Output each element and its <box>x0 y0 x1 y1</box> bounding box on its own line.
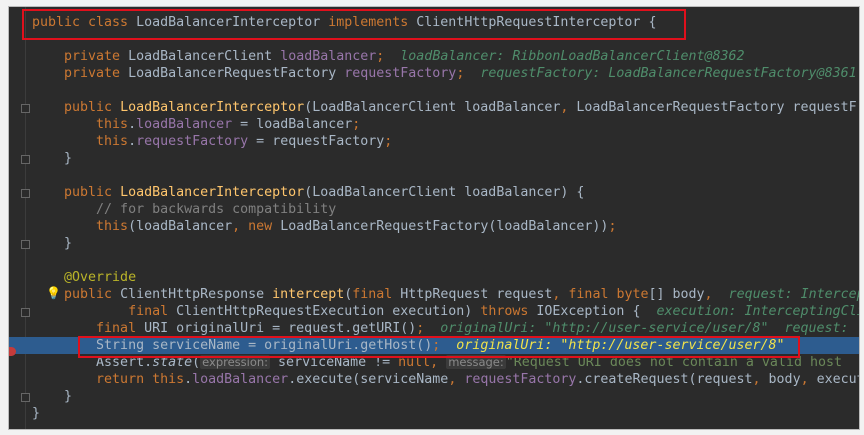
code-token: .createRequest(request <box>576 372 753 387</box>
code-editor[interactable]: public class LoadBalancerInterceptor imp… <box>8 6 860 430</box>
code-token: public <box>32 100 121 115</box>
code-token: LoadBalancerClient <box>128 49 281 64</box>
code-token: , <box>560 100 577 115</box>
code-token: final <box>32 321 145 336</box>
code-token: (LoadBalancerClient loadBalancer) { <box>304 185 585 200</box>
code-token: private <box>32 49 129 64</box>
code-token: requestFactory <box>344 66 457 81</box>
code-token: requestFactory <box>136 134 249 149</box>
debug-value-hint: originalUri: "http://user-service/user/8… <box>424 321 857 336</box>
code-token: final <box>352 287 401 302</box>
code-token: LoadBalancerInterceptor <box>120 100 305 115</box>
code-line[interactable]: private LoadBalancerRequestFactory reque… <box>9 65 859 82</box>
code-token: return this <box>32 372 185 387</box>
code-token: this <box>32 219 129 234</box>
code-line[interactable] <box>9 82 859 99</box>
code-token: throws <box>480 304 537 319</box>
fold-icon[interactable] <box>21 189 30 198</box>
code-line[interactable] <box>9 252 859 269</box>
code-token: @Override <box>32 270 137 285</box>
code-token: loadBalancer <box>192 372 289 387</box>
code-line[interactable]: // for backwards compatibility <box>9 201 859 218</box>
code-line[interactable]: private LoadBalancerClient loadBalancer;… <box>9 48 859 65</box>
fold-icon[interactable] <box>21 308 30 317</box>
code-token: = requestFactory <box>248 134 385 149</box>
code-line[interactable]: final URI originalUri = request.getURI()… <box>9 320 859 337</box>
code-token: execution <box>816 372 859 387</box>
code-token: ; <box>384 134 393 149</box>
code-line[interactable]: this.loadBalancer = loadBalancer; <box>9 116 859 133</box>
fold-icon[interactable] <box>21 240 30 249</box>
code-token: this <box>32 134 129 149</box>
code-line[interactable] <box>9 167 859 184</box>
code-token: requestFactory <box>464 372 577 387</box>
debug-value-hint: requestFactory: LoadBalancerRequestFacto… <box>464 66 857 81</box>
code-token: final byte <box>568 287 649 302</box>
code-token: ClientHttpRequestExecution execution) <box>176 304 481 319</box>
code-token: , <box>232 219 249 234</box>
code-line[interactable]: public LoadBalancerInterceptor(LoadBalan… <box>9 184 859 201</box>
code-token: = loadBalancer <box>232 117 353 132</box>
code-token: } <box>32 406 41 421</box>
code-token: public <box>32 185 121 200</box>
code-token: (loadBalancer <box>128 219 233 234</box>
code-line[interactable]: } <box>9 405 859 422</box>
code-token: . <box>128 117 137 132</box>
code-line[interactable]: public ClientHttpResponse intercept(fina… <box>9 286 859 303</box>
code-token: LoadBalancerRequestFactory <box>128 66 345 81</box>
code-token: this <box>32 117 129 132</box>
code-token: // for backwards compatibility <box>32 202 337 217</box>
highlight-box-class-declaration <box>22 9 686 40</box>
code-token: loadBalancer <box>280 49 377 64</box>
code-token: , <box>552 287 569 302</box>
code-token: , <box>448 372 465 387</box>
code-token: , <box>704 287 713 302</box>
code-line[interactable]: final ClientHttpRequestExecution executi… <box>9 303 859 320</box>
debug-value-hint: request: InterceptingClientHttpRequest <box>728 287 859 302</box>
code-token: loadBalancer <box>136 117 233 132</box>
code-token: LoadBalancerRequestFactory(loadBalancer)… <box>280 219 609 234</box>
code-token: , <box>800 372 817 387</box>
code-token: } <box>32 151 73 166</box>
code-line[interactable]: } <box>9 235 859 252</box>
code-token: HttpRequest request <box>400 287 553 302</box>
code-token: final <box>32 304 177 319</box>
code-token: ; <box>608 219 617 234</box>
code-line[interactable]: } <box>9 150 859 167</box>
code-token: new <box>248 219 281 234</box>
code-line[interactable]: public LoadBalancerInterceptor(LoadBalan… <box>9 99 859 116</box>
code-token: . <box>184 372 193 387</box>
code-line[interactable]: @Override <box>9 269 859 286</box>
code-line[interactable]: this.requestFactory = requestFactory; <box>9 133 859 150</box>
code-token: LoadBalancerRequestFactory requestF <box>576 100 857 115</box>
code-line[interactable]: return this.loadBalancer.execute(service… <box>9 371 859 388</box>
code-token: } <box>32 389 73 404</box>
code-token: ; <box>352 117 361 132</box>
code-token: (LoadBalancerClient loadBalancer <box>304 100 561 115</box>
code-area[interactable]: public class LoadBalancerInterceptor imp… <box>9 14 859 422</box>
code-token: , <box>752 372 769 387</box>
fold-icon[interactable] <box>21 155 30 164</box>
code-token: LoadBalancerInterceptor <box>120 185 305 200</box>
debug-value-hint: execution: InterceptingClientHttpRequest <box>656 304 859 319</box>
lightbulb-icon[interactable]: 💡 <box>46 286 61 300</box>
code-token: URI originalUri = request.getURI() <box>144 321 417 336</box>
code-token: private <box>32 66 129 81</box>
code-token: . <box>128 134 137 149</box>
highlight-box-service-name <box>78 336 800 358</box>
code-line[interactable]: this(loadBalancer, new LoadBalancerReque… <box>9 218 859 235</box>
code-token: IOException { <box>536 304 641 319</box>
code-token: .execute(serviceName <box>288 372 449 387</box>
code-token: } <box>32 236 73 251</box>
fold-icon[interactable] <box>21 393 30 402</box>
debug-value-hint: loadBalancer: RibbonLoadBalancerClient@8… <box>384 49 745 64</box>
code-token: ClientHttpResponse <box>120 287 273 302</box>
fold-icon[interactable] <box>21 104 30 113</box>
code-token: body <box>768 372 801 387</box>
code-token: intercept <box>272 287 345 302</box>
code-line[interactable]: } <box>9 388 859 405</box>
code-token: [] body <box>648 287 705 302</box>
